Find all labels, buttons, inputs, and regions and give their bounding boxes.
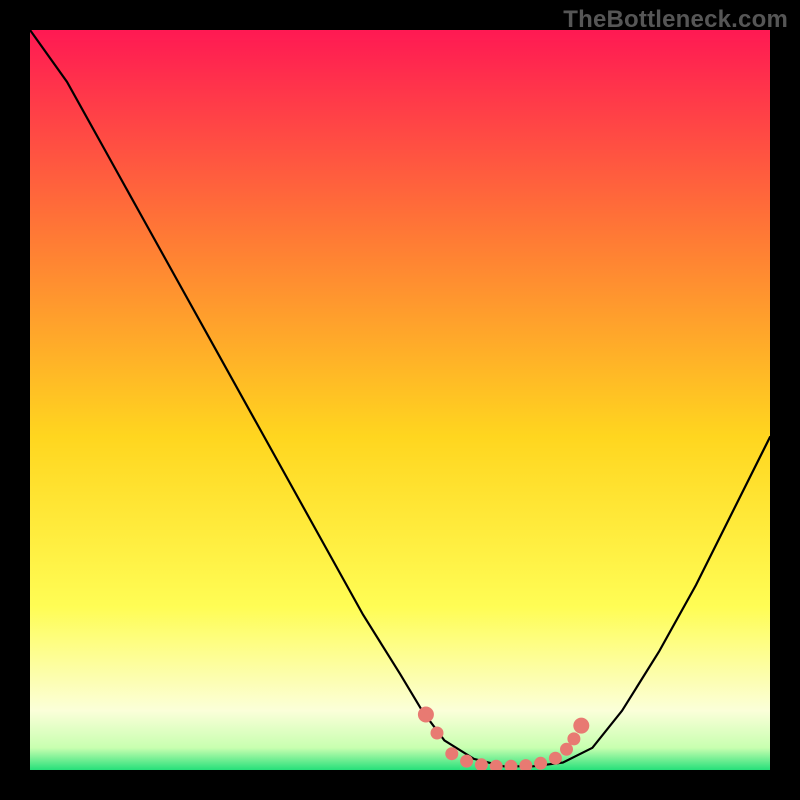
chart-frame: TheBottleneck.com bbox=[0, 0, 800, 800]
marker-dot bbox=[560, 743, 573, 756]
marker-dot bbox=[534, 757, 547, 770]
gradient-background bbox=[30, 30, 770, 770]
plot-area bbox=[30, 30, 770, 770]
marker-dot bbox=[573, 718, 589, 734]
bottleneck-chart bbox=[30, 30, 770, 770]
marker-dot bbox=[445, 747, 458, 760]
marker-dot bbox=[460, 755, 473, 768]
watermark-text: TheBottleneck.com bbox=[563, 6, 788, 34]
marker-dot bbox=[549, 752, 562, 765]
marker-dot bbox=[431, 727, 444, 740]
marker-dot bbox=[418, 707, 434, 723]
marker-dot bbox=[567, 732, 580, 745]
